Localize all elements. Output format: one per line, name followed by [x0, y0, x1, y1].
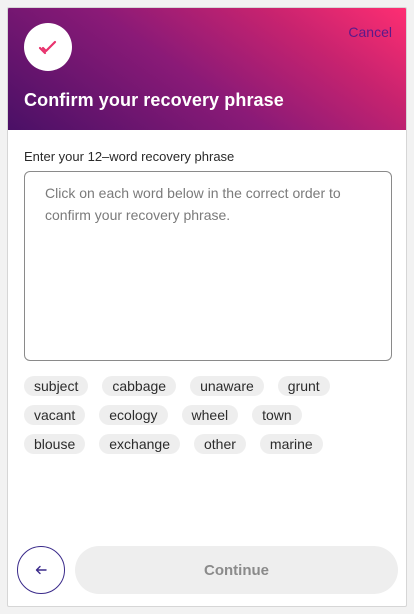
- word-bank: subject cabbage unaware grunt vacant eco…: [24, 376, 396, 463]
- phrase-placeholder: Click on each word below in the correct …: [45, 185, 341, 223]
- cancel-link[interactable]: Cancel: [348, 24, 392, 40]
- continue-button[interactable]: Continue: [75, 546, 398, 594]
- back-button[interactable]: [17, 546, 65, 594]
- header: Cancel Confirm your recovery phrase: [8, 8, 406, 130]
- word-chip[interactable]: other: [193, 434, 246, 454]
- arrow-left-icon: [35, 565, 47, 575]
- word-chip[interactable]: grunt: [277, 376, 330, 396]
- word-row: subject cabbage unaware grunt: [24, 376, 396, 396]
- check-icon: [38, 40, 57, 55]
- word-chip[interactable]: exchange: [99, 434, 180, 454]
- word-chip[interactable]: blouse: [24, 434, 86, 454]
- word-chip[interactable]: subject: [24, 376, 89, 396]
- page-title: Confirm your recovery phrase: [24, 90, 284, 110]
- word-row: vacant ecology wheel town: [24, 405, 396, 425]
- word-row: blouse exchange other marine: [24, 434, 396, 454]
- word-chip[interactable]: vacant: [24, 405, 86, 425]
- phrase-input[interactable]: Click on each word below in the correct …: [24, 171, 392, 361]
- word-chip[interactable]: marine: [259, 434, 323, 454]
- word-chip[interactable]: cabbage: [102, 376, 177, 396]
- logo: [24, 23, 72, 71]
- word-chip[interactable]: wheel: [181, 405, 239, 425]
- word-chip[interactable]: unaware: [190, 376, 264, 396]
- word-chip[interactable]: town: [252, 405, 302, 425]
- word-chip[interactable]: ecology: [99, 405, 168, 425]
- phrase-label: Enter your 12–word recovery phrase: [24, 149, 235, 164]
- recovery-popup: Cancel Confirm your recovery phrase Ente…: [7, 7, 407, 607]
